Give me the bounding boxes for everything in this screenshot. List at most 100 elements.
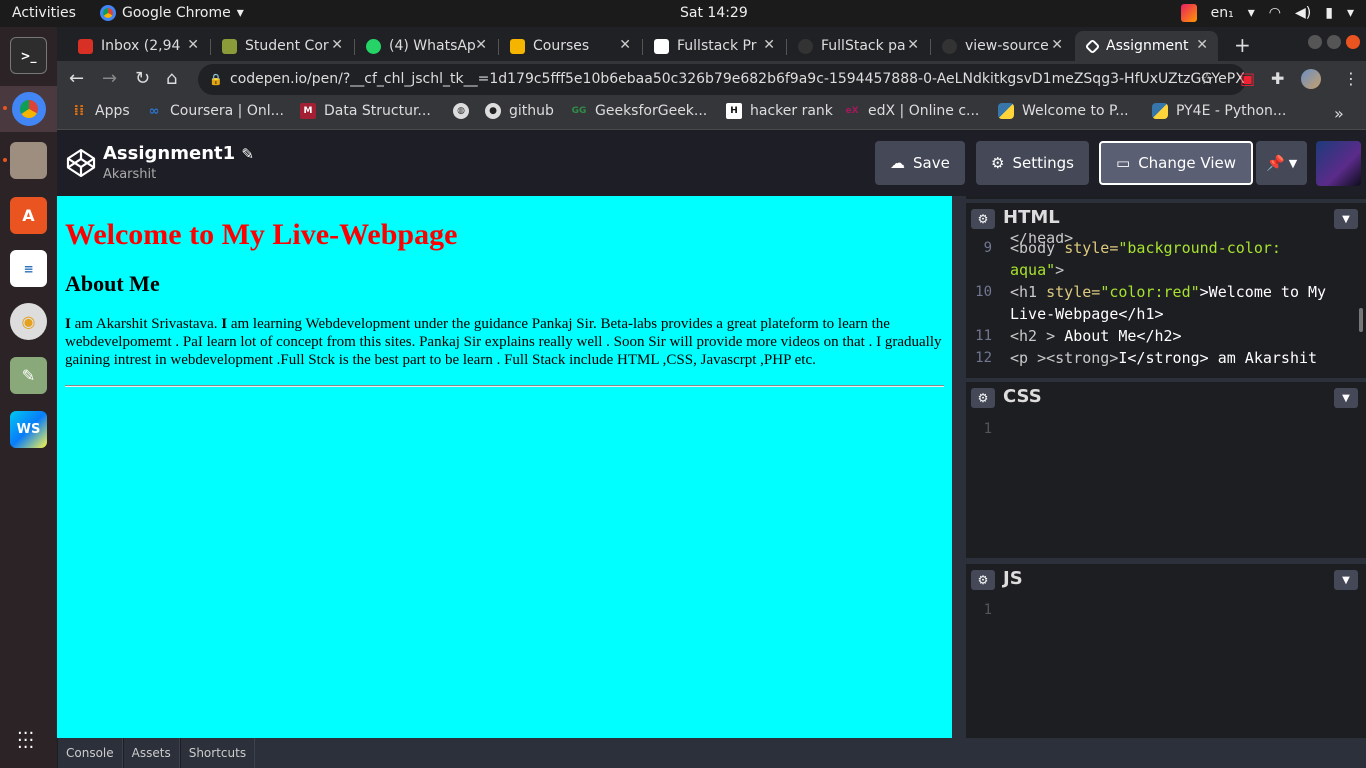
browser-tab[interactable]: Fullstack Pr ✕ <box>642 31 785 61</box>
pencil-edit-icon[interactable]: ✎ <box>241 145 254 163</box>
js-code-editor[interactable]: 1 <box>966 599 1366 738</box>
shortcuts-button[interactable]: Shortcuts <box>179 738 256 768</box>
maximize-icon[interactable] <box>1327 35 1341 49</box>
editor-panels: ⚙ HTML ▼ </head> 9 <body style="backgrou… <box>966 196 1366 738</box>
browser-tab[interactable]: Student Cor ✕ <box>210 31 353 61</box>
code-string: "background-color: <box>1118 239 1281 257</box>
bookmarks-overflow-icon[interactable]: » <box>1334 104 1344 123</box>
close-icon[interactable]: ✕ <box>619 37 631 53</box>
close-icon[interactable]: ✕ <box>331 37 343 53</box>
change-view-label: Change View <box>1138 154 1236 172</box>
bookmark-star-icon[interactable]: ☆ <box>1200 69 1214 88</box>
change-view-button[interactable]: ▭ Change View <box>1099 141 1253 185</box>
reload-icon[interactable]: ↻ <box>135 68 150 89</box>
line-number: 10 <box>975 284 992 300</box>
bookmark-label: GeeksforGeek... <box>595 103 708 119</box>
new-tab-button[interactable]: + <box>1234 33 1251 57</box>
bookmark-mit[interactable]: M Data Structur... <box>300 103 431 119</box>
wifi-icon[interactable]: ◠ <box>1269 5 1281 21</box>
bookmark-coursera[interactable]: ∞ Coursera | Onl... <box>146 103 284 119</box>
extension-badge-icon[interactable]: ▣ <box>1240 69 1260 89</box>
bookmark-label: github <box>509 103 554 119</box>
tab-title: Inbox (2,94 <box>101 38 181 54</box>
minimize-icon[interactable] <box>1308 35 1322 49</box>
webstorm-icon[interactable]: WS <box>10 411 47 448</box>
chevron-down-icon[interactable]: ▼ <box>1334 388 1358 408</box>
js-settings-gear-icon[interactable]: ⚙ <box>971 570 995 590</box>
html-settings-gear-icon[interactable]: ⚙ <box>971 209 995 229</box>
settings-button[interactable]: ⚙ Settings <box>976 141 1089 185</box>
show-applications-icon[interactable]: ··· ··· ··· <box>17 725 34 757</box>
app-menu[interactable]: Google Chrome ▾ <box>100 5 244 21</box>
forward-icon[interactable]: → <box>102 68 117 89</box>
activities-button[interactable]: Activities <box>12 5 76 21</box>
system-tray[interactable]: en₁ ▾ ◠ ◀) ▮ ▾ <box>1180 4 1354 22</box>
close-icon[interactable]: ✕ <box>187 37 199 53</box>
html-code-editor[interactable]: </head> 9 <body style="background-color:… <box>966 233 1366 374</box>
pen-title[interactable]: Assignment1 ✎ <box>103 143 254 164</box>
bookmark-apps[interactable]: ⁞⁞ Apps <box>71 103 130 119</box>
bookmark-hackerrank[interactable]: H hacker rank <box>726 103 833 119</box>
bookmark-globe[interactable]: ◍ <box>453 103 477 119</box>
close-icon[interactable]: ✕ <box>907 37 919 53</box>
chevron-down-icon[interactable]: ▼ <box>1334 570 1358 590</box>
browser-tab[interactable]: Inbox (2,94 ✕ <box>66 31 209 61</box>
css-settings-gear-icon[interactable]: ⚙ <box>971 388 995 408</box>
rhythmbox-icon[interactable]: ◉ <box>10 303 47 340</box>
pen-author[interactable]: Akarshit <box>103 167 156 182</box>
codepen-logo-icon[interactable] <box>65 147 97 179</box>
browser-tab[interactable]: view-source ✕ <box>930 31 1073 61</box>
close-window-icon[interactable] <box>1346 35 1360 49</box>
bookmark-geeksforgeeks[interactable]: GG GeeksforGeek... <box>571 103 708 119</box>
css-code-editor[interactable]: 1 <box>966 418 1366 558</box>
bookmark-label: Data Structur... <box>324 103 431 119</box>
input-language[interactable]: en₁ <box>1211 5 1234 21</box>
writer-icon[interactable]: ≡ <box>10 250 47 287</box>
volume-icon[interactable]: ◀) <box>1295 5 1311 21</box>
save-button[interactable]: ☁ Save <box>875 141 965 185</box>
files-icon[interactable] <box>10 142 47 179</box>
clock[interactable]: Sat 14:29 <box>680 5 748 21</box>
bookmark-github[interactable]: ● github <box>485 103 554 119</box>
terminal-icon[interactable]: >_ <box>10 37 47 74</box>
code-line: 10 <h1 style="color:red">Welcome to My <box>966 281 1366 303</box>
close-icon[interactable]: ✕ <box>1051 37 1063 53</box>
software-center-icon[interactable]: A <box>10 197 47 234</box>
menu-dots-icon[interactable]: ⋮ <box>1343 69 1363 89</box>
running-indicator <box>3 106 7 110</box>
home-icon[interactable]: ⌂ <box>166 68 177 89</box>
bookmark-py4e[interactable]: PY4E - Python... <box>1152 103 1286 119</box>
user-avatar[interactable] <box>1316 141 1361 186</box>
app-indicator-icon[interactable] <box>1180 4 1197 22</box>
bookmark-python[interactable]: Welcome to P... <box>998 103 1129 119</box>
html-editor-scrollbar[interactable] <box>1359 308 1363 332</box>
extensions-puzzle-icon[interactable]: ✚ <box>1271 69 1291 89</box>
code-text: Live-Webpage</h1> <box>1010 305 1164 323</box>
image-viewer-icon[interactable]: ✎ <box>10 357 47 394</box>
browser-tab[interactable]: FullStack pa ✕ <box>786 31 929 61</box>
pane-resizer[interactable] <box>952 196 966 738</box>
pin-menu-button[interactable]: 📌 ▼ <box>1256 141 1308 185</box>
code-string: "color:red" <box>1100 283 1200 301</box>
close-icon[interactable]: ✕ <box>475 37 487 53</box>
browser-tab[interactable]: Courses ✕ <box>498 31 641 61</box>
mit-icon: M <box>300 103 316 119</box>
assets-button[interactable]: Assets <box>122 738 180 768</box>
back-icon[interactable]: ← <box>69 68 84 89</box>
classroom-icon <box>510 38 525 54</box>
browser-tab[interactable]: (4) WhatsAp ✕ <box>354 31 497 61</box>
close-icon[interactable]: ✕ <box>763 37 775 53</box>
line-number: 1 <box>983 421 992 437</box>
profile-avatar-icon[interactable] <box>1301 69 1321 89</box>
console-button[interactable]: Console <box>57 738 123 768</box>
battery-icon[interactable]: ▮ <box>1325 5 1333 21</box>
preview-heading: Welcome to My Live-Webpage <box>65 218 458 251</box>
address-bar[interactable]: 🔒 codepen.io/pen/?__cf_chl_jschl_tk__=1d… <box>198 64 1246 95</box>
loading-icon <box>942 38 957 54</box>
code-attr: style= <box>1046 283 1101 301</box>
chrome-dock-icon[interactable] <box>10 90 47 127</box>
browser-tab-active[interactable]: Assignment ✕ <box>1075 31 1218 61</box>
chevron-down-icon[interactable]: ▼ <box>1334 209 1358 229</box>
bookmark-edx[interactable]: eX edX | Online c... <box>844 103 979 119</box>
close-icon[interactable]: ✕ <box>1196 37 1208 53</box>
